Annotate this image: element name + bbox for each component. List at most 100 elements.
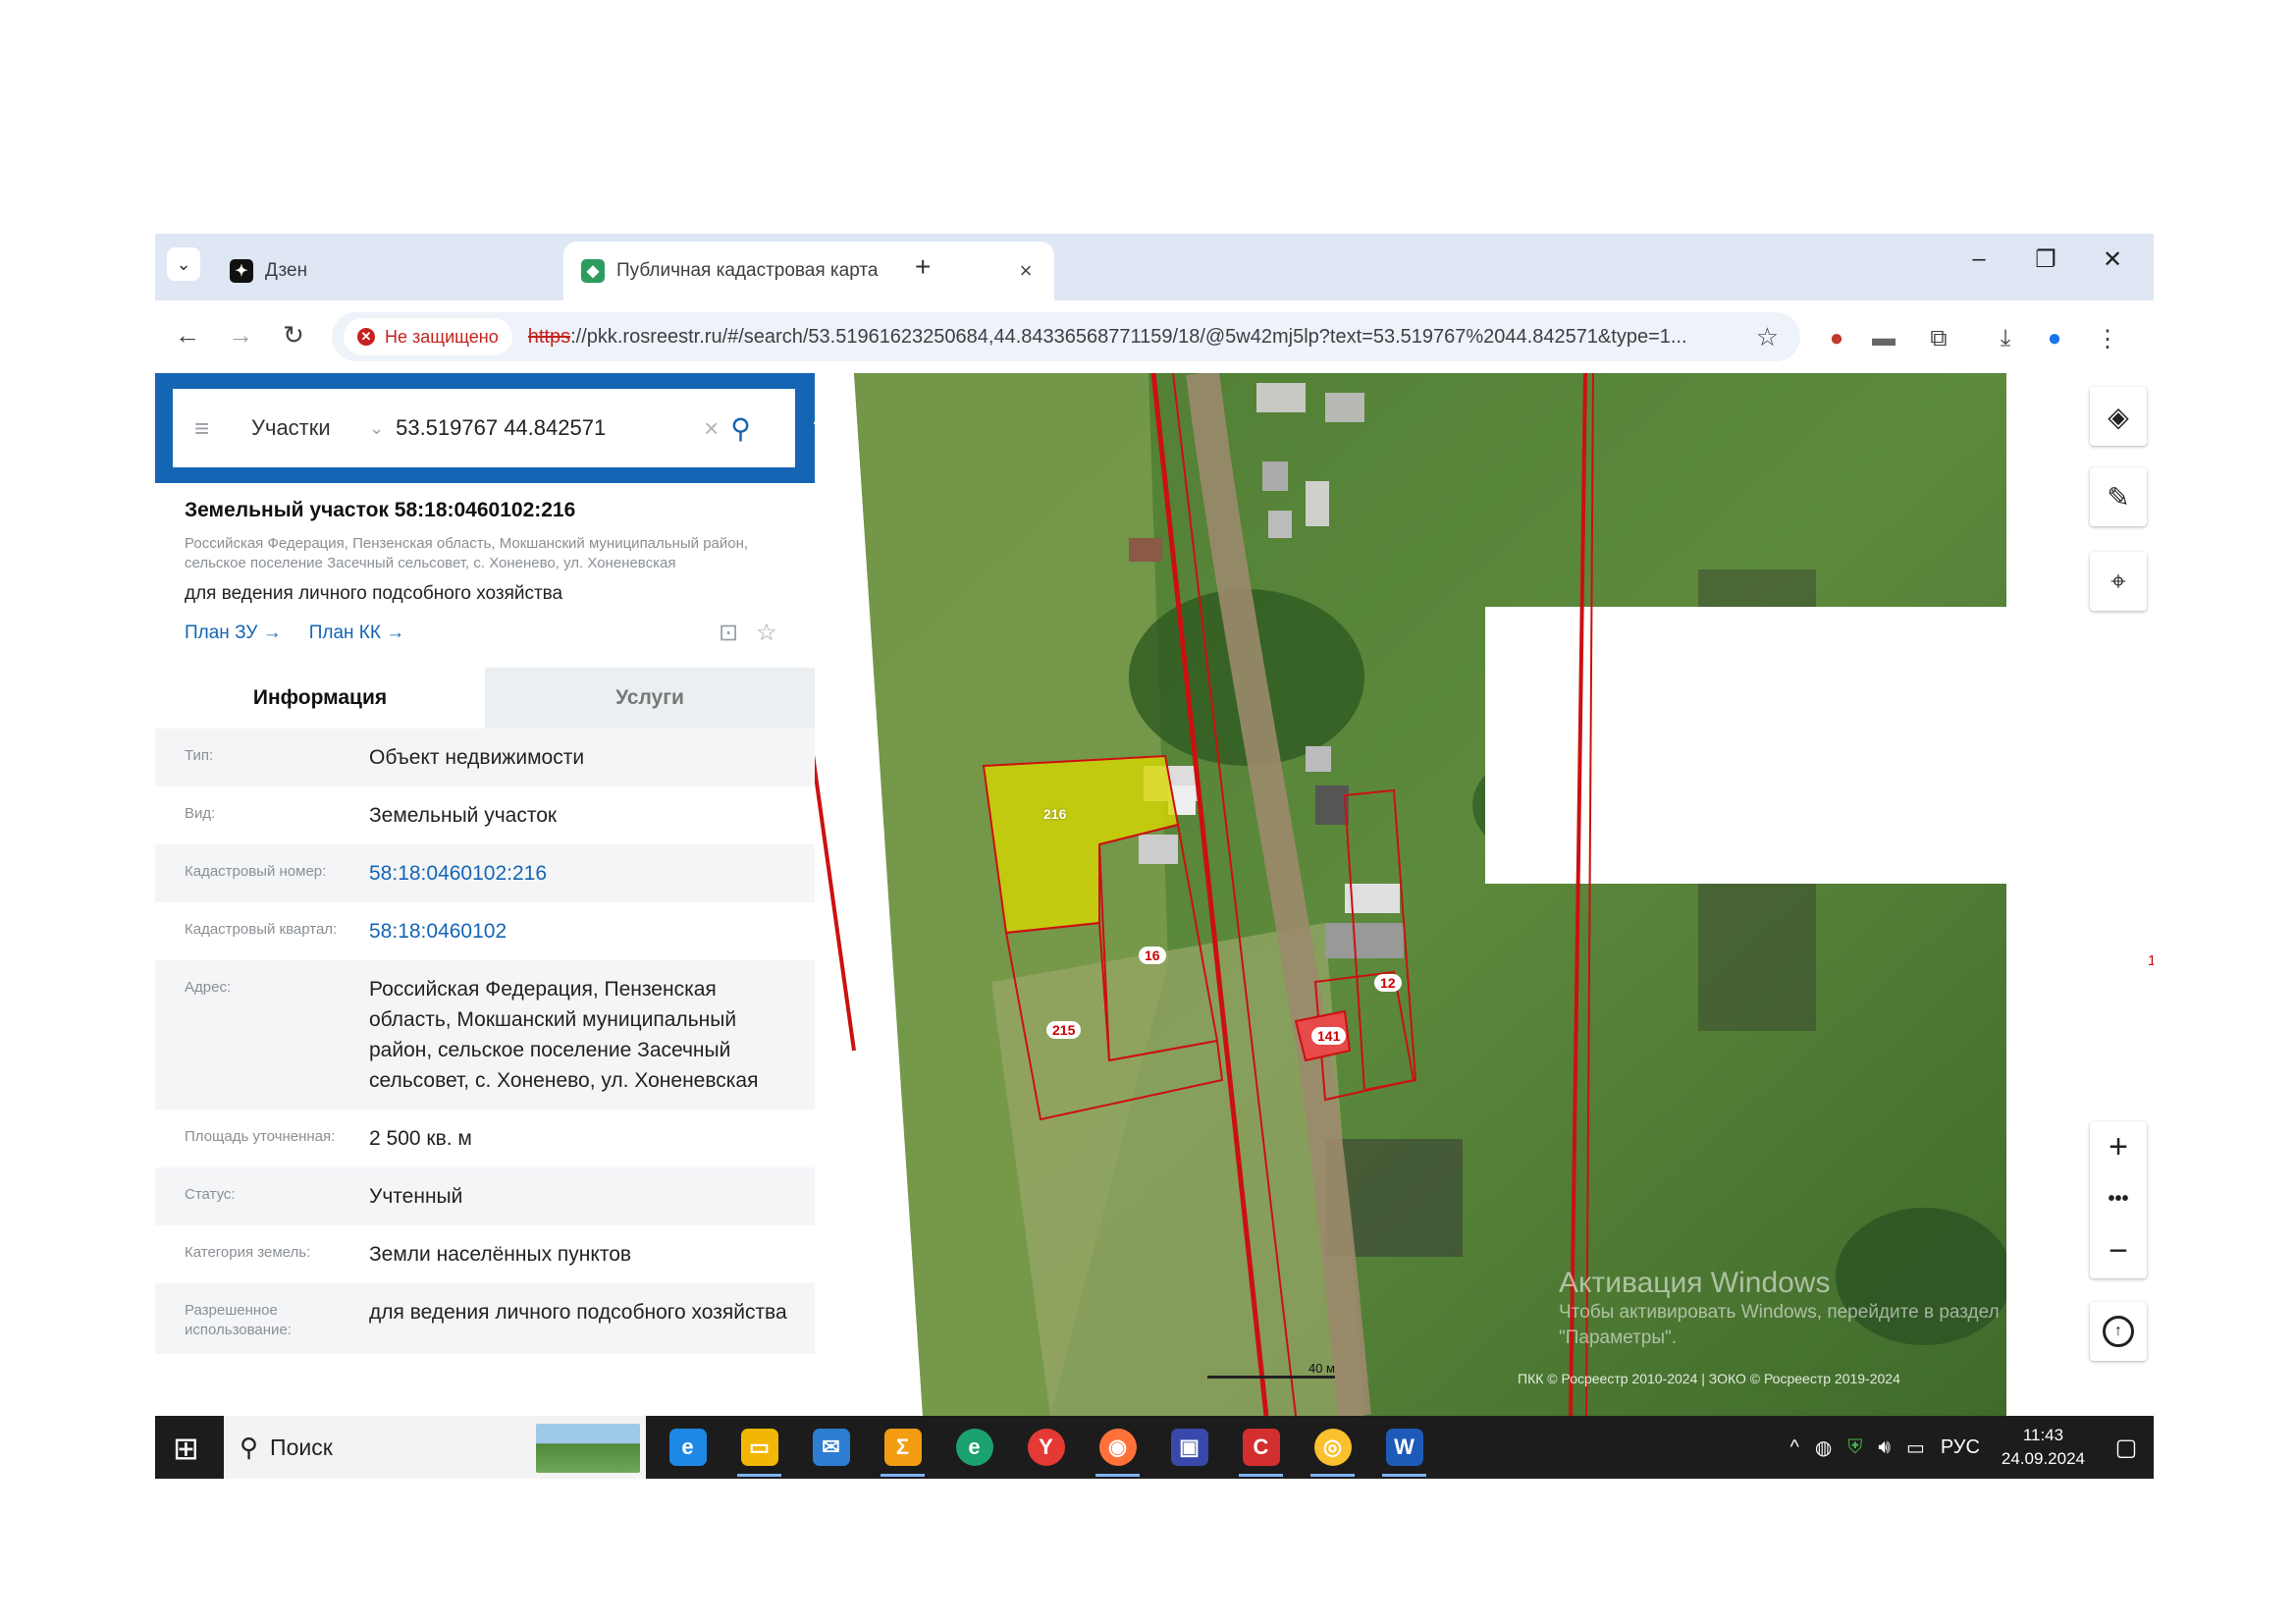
url-text[interactable]: https://pkk.rosreestr.ru/#/search/53.519… — [528, 326, 1800, 349]
tab-pkk[interactable]: ◆ Публичная кадастровая карта × — [563, 242, 1054, 300]
firefox-icon: ◉ — [1098, 1429, 1137, 1466]
layers-button[interactable]: ◈ — [2090, 387, 2147, 446]
address-bar[interactable]: ✕ Не защищено https://pkk.rosreestr.ru/#… — [332, 312, 1800, 361]
security-chip[interactable]: ✕ Не защищено — [344, 318, 512, 355]
taskbar-search[interactable]: ⚲ Поиск — [224, 1416, 646, 1479]
chevron-up-icon[interactable]: ^ — [1789, 1436, 1798, 1459]
info-row: Вид: Земельный участок — [155, 786, 815, 844]
app-yandex-browser[interactable]: Y — [1010, 1416, 1082, 1479]
app-save[interactable]: ▣ — [1153, 1416, 1225, 1479]
taskbar-search-label: Поиск — [270, 1434, 333, 1460]
tab-dzen[interactable]: ✦ Дзен × — [212, 242, 614, 300]
folder-icon: ▭ — [740, 1429, 778, 1466]
object-use: для ведения личного подсобного хозяйства — [185, 583, 563, 604]
minimize-button[interactable]: – — [1959, 245, 1999, 273]
cadastral-number-link[interactable]: 58:18:0460102:216 — [369, 858, 801, 889]
tab-search-button[interactable]: ⌄ — [167, 247, 200, 281]
search-icon: ⚲ — [240, 1432, 259, 1462]
crosshair-icon: ⌖ — [2110, 565, 2126, 596]
zoom-to-object-icon[interactable]: ⊡ — [719, 619, 738, 647]
app-internet-explorer[interactable]: e — [652, 1416, 723, 1479]
notification-icon[interactable]: ▢ — [2099, 1434, 2154, 1462]
parcel-label-16[interactable]: 16 — [1139, 947, 1166, 964]
favorite-star-icon[interactable]: ☆ — [756, 619, 777, 647]
compass-icon: ↑ — [2103, 1316, 2134, 1347]
app-file-explorer[interactable]: ▭ — [723, 1416, 795, 1479]
security-shield-icon[interactable]: ⛨ — [1847, 1436, 1862, 1459]
extension-shield-icon[interactable]: ▬ — [1867, 322, 1900, 355]
locate-button[interactable]: ⌖ — [2090, 552, 2147, 611]
info-key: Кадастровый квартал: — [185, 921, 338, 938]
extension-icon[interactable]: ● — [1820, 322, 1853, 355]
info-key: Тип: — [185, 747, 214, 764]
cadastral-quarter-link[interactable]: 58:18:0460102 — [369, 916, 801, 947]
clock-time: 11:43 — [2022, 1426, 2064, 1444]
tab-information[interactable]: Информация — [155, 668, 485, 729]
clock[interactable]: 11:43 24.09.2024 — [2002, 1424, 2085, 1471]
internet-explorer-icon: e — [668, 1429, 707, 1466]
watermark-title: Активация Windows — [1559, 1267, 1831, 1299]
plan-zu-link[interactable]: План ЗУ → — [185, 623, 282, 644]
map-attribution: ПКК © Росреестр 2010-2024 | ЗОКО © Росре… — [1518, 1371, 1900, 1386]
download-icon[interactable]: ⤓ — [1989, 322, 2022, 355]
reload-button[interactable]: ↻ — [277, 320, 310, 351]
tab-services[interactable]: Услуги — [485, 668, 815, 729]
window-close-button[interactable]: ✕ — [2093, 245, 2132, 274]
info-row: Разрешенное использование: для ведения л… — [155, 1283, 815, 1354]
back-button[interactable]: ← — [171, 320, 204, 351]
parcel-label-215[interactable]: 215 — [1046, 1021, 1082, 1039]
forward-button[interactable]: → — [224, 320, 257, 351]
app-chrome[interactable]: ◎ — [1297, 1416, 1368, 1479]
windows-start-icon[interactable]: ⊞ — [173, 1430, 199, 1467]
more-button[interactable]: ••• — [2090, 1173, 2147, 1225]
menu-kebab-icon[interactable]: ⋮ — [2091, 322, 2124, 355]
chevron-down-icon[interactable]: ⌄ — [369, 418, 384, 439]
meet-icon[interactable]: ◍ — [1815, 1435, 1832, 1460]
info-key: Адрес: — [185, 979, 232, 996]
parcel-label-216[interactable]: 216 — [1038, 805, 1072, 823]
app-firefox[interactable]: ◉ — [1082, 1416, 1153, 1479]
restore-button[interactable]: ❐ — [2026, 245, 2065, 274]
chevron-down-icon: ⌄ — [176, 253, 191, 274]
search-input[interactable] — [396, 415, 691, 441]
extensions-puzzle-icon[interactable]: ⧉ — [1922, 322, 1955, 355]
profile-avatar-icon[interactable]: ● — [2038, 322, 2071, 355]
app-mail[interactable]: ✉ — [795, 1416, 867, 1479]
browser-tabstrip: ⌄ ✦ Дзен × ◆ Публичная кадастровая карта… — [155, 234, 2154, 300]
bookmark-star-icon[interactable]: ☆ — [1756, 322, 1779, 352]
app-red[interactable]: C — [1225, 1416, 1297, 1479]
info-row: Площадь уточненная: 2 500 кв. м — [155, 1110, 815, 1167]
search-band: ≡ Участки ⌄ × ⚲ ‹ — [155, 373, 815, 483]
warning-icon: ✕ — [357, 328, 375, 346]
compass-button[interactable]: ↑ — [2090, 1302, 2147, 1361]
hamburger-icon[interactable]: ≡ — [194, 413, 222, 444]
info-key: Площадь уточненная: — [185, 1128, 336, 1145]
zoom-out-button[interactable]: − — [2090, 1225, 2147, 1277]
close-icon[interactable]: × — [1015, 258, 1037, 284]
app-word[interactable]: W — [1368, 1416, 1440, 1479]
info-value: Земельный участок — [369, 804, 558, 827]
ruler-button[interactable]: ✎ — [2090, 467, 2147, 526]
clear-icon[interactable]: × — [704, 413, 719, 444]
search-category-select[interactable]: Участки — [251, 415, 369, 441]
plan-links: План ЗУ → План КК → — [185, 623, 404, 644]
edge-icon: e — [955, 1429, 993, 1466]
watermark-text: Чтобы активировать Windows, перейдите в … — [1559, 1302, 2000, 1348]
search-icon[interactable]: ⚲ — [730, 412, 751, 445]
floppy-icon: ▣ — [1170, 1429, 1208, 1466]
app-calculator[interactable]: Σ — [867, 1416, 938, 1479]
volume-icon[interactable]: 🔊︎ — [1878, 1436, 1891, 1459]
cadastral-map[interactable]: 216 16 215 12 141 ◈ ✎ ⌖ + ••• − ↑ 40 м 1… — [815, 373, 2154, 1416]
info-value: Российская Федерация, Пензенская область… — [369, 978, 759, 1092]
rosreestr-icon: ◆ — [581, 259, 605, 283]
language-indicator[interactable]: РУС — [1941, 1436, 1980, 1459]
new-tab-button[interactable]: + — [915, 251, 931, 283]
parcel-label-12[interactable]: 12 — [1374, 974, 1402, 992]
plan-kk-link[interactable]: План КК → — [309, 623, 405, 644]
network-icon[interactable]: ▭ — [1906, 1435, 1925, 1460]
app-edge[interactable]: e — [938, 1416, 1010, 1479]
parcel-label-141[interactable]: 141 — [1311, 1027, 1347, 1045]
red-app-icon: C — [1242, 1429, 1280, 1466]
zoom-in-button[interactable]: + — [2090, 1121, 2147, 1173]
object-title: Земельный участок 58:18:0460102:216 — [185, 499, 576, 521]
